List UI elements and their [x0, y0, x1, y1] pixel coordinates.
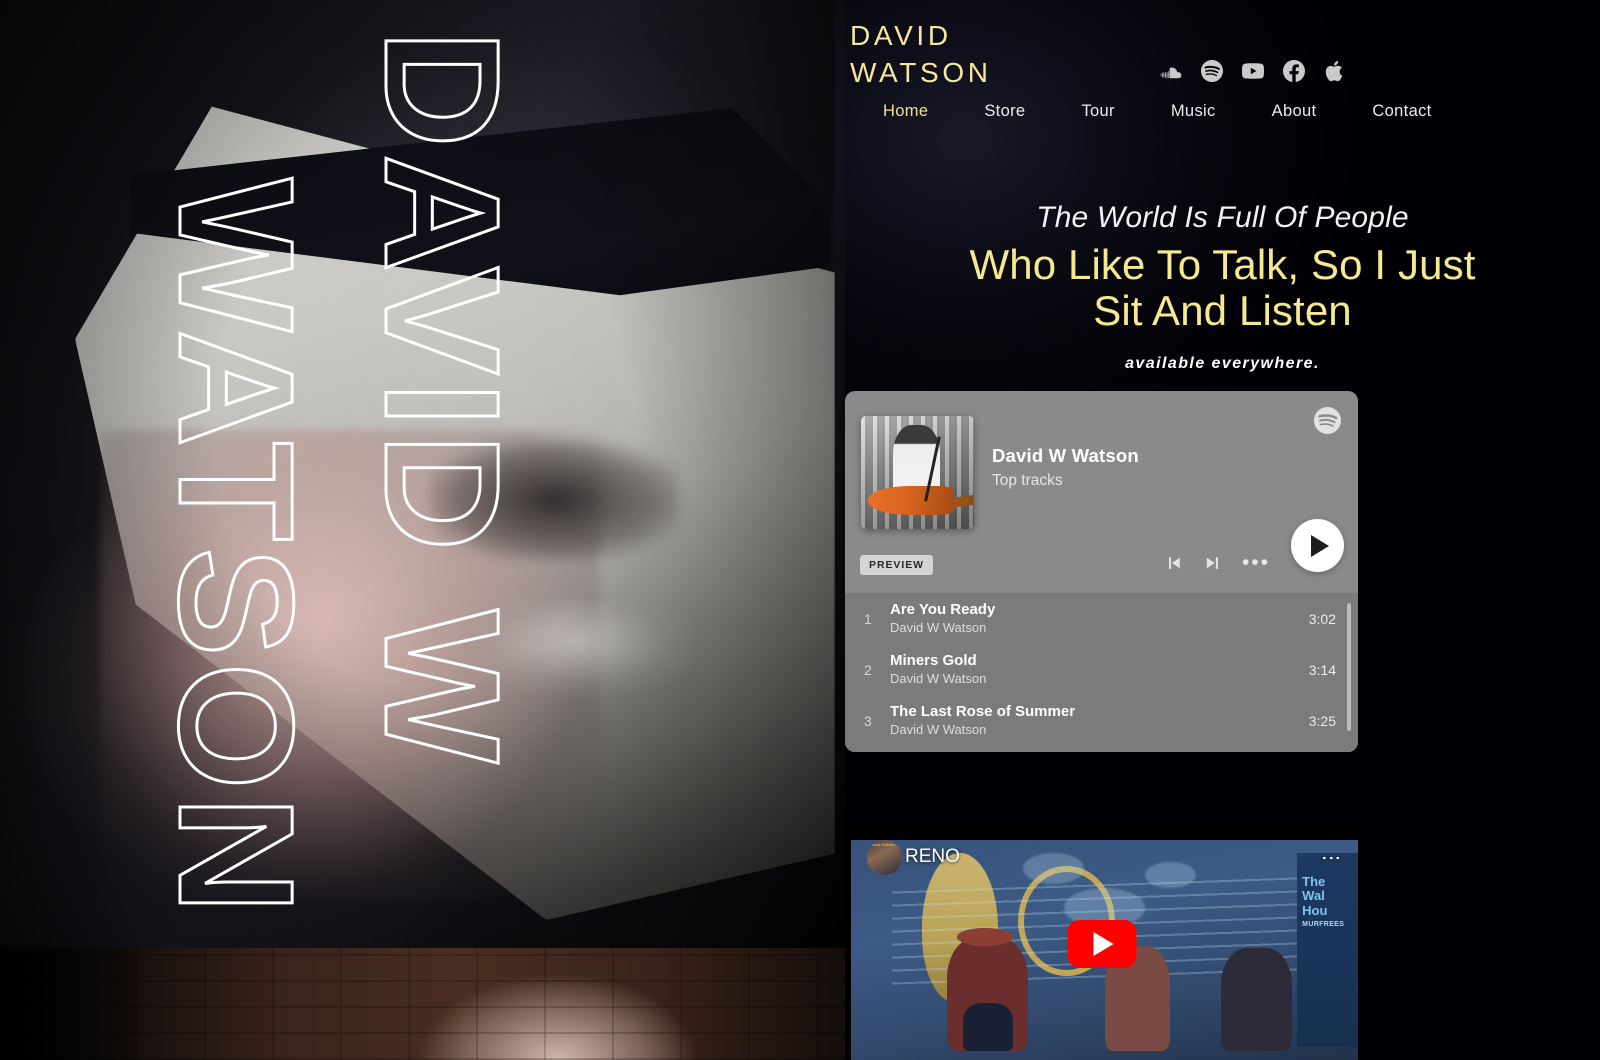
track-meta: Are You Ready David W Watson [890, 601, 1297, 636]
performer-legs [962, 1002, 1014, 1052]
table-row[interactable]: 2 Miners Gold David W Watson 3:14 [845, 644, 1358, 695]
more-options-icon[interactable]: ••• [1242, 552, 1270, 572]
spotify-artist-name: David W Watson [992, 445, 1139, 466]
soundcloud-icon[interactable] [1160, 60, 1182, 82]
spotify-icon[interactable] [1201, 60, 1223, 82]
logo-line-2: WATSON [850, 57, 992, 89]
nav-item-about[interactable]: About [1244, 102, 1345, 121]
table-row[interactable]: 1 Are You Ready David W Watson 3:02 [845, 593, 1358, 644]
track-meta: The Last Rose of Summer David W Watson [890, 703, 1297, 738]
nav-item-music[interactable]: Music [1143, 102, 1244, 121]
hero-vignette [0, 0, 845, 948]
preview-badge[interactable]: PREVIEW [860, 555, 934, 575]
secondary-photo [0, 948, 845, 1060]
apple-music-icon[interactable] [1324, 60, 1346, 82]
nav-item-home[interactable]: Home [855, 102, 956, 121]
track-title: The Last Rose of Summer [890, 703, 1076, 721]
more-vertical-icon[interactable]: ⋮ [1320, 848, 1342, 868]
track-title: Miners Gold [890, 652, 977, 670]
venue-banner-line-1: The [1302, 874, 1326, 890]
spotify-icon[interactable] [1314, 407, 1341, 434]
play-button[interactable] [1291, 519, 1344, 572]
headline-subtitle: The World Is Full Of People [1036, 201, 1409, 234]
social-links [1160, 60, 1346, 82]
track-artist: David W Watson [890, 619, 987, 635]
right-column: DAVID WATSON Home Store Tour Music About… [835, 0, 1600, 1060]
track-artist: David W Watson [890, 670, 987, 686]
venue-banner: The Wal Hou MURFREES [1297, 853, 1358, 1047]
table-row[interactable]: 3 The Last Rose of Summer David W Watson… [845, 695, 1358, 746]
page-root: DAVID W WATSON DAVID WATSON [0, 0, 1600, 1060]
logo-line-1: DAVID [850, 20, 952, 51]
backdrop-cloud [1145, 862, 1196, 889]
venue-banner-line-2: Wal [1302, 888, 1325, 904]
secondary-photo-shadow [0, 948, 140, 1060]
track-index: 1 [864, 610, 872, 627]
backdrop-cloud [1023, 853, 1085, 884]
performer-hat [957, 928, 1014, 946]
nav-item-contact[interactable]: Contact [1344, 102, 1459, 121]
spotify-header: David W Watson Top tracks PREVIEW ••• [845, 391, 1358, 593]
performer [1221, 947, 1293, 1052]
youtube-play-icon [1093, 932, 1114, 956]
spotify-player[interactable]: David W Watson Top tracks PREVIEW ••• 1 … [845, 391, 1358, 752]
track-artist: David W Watson [890, 721, 987, 737]
spotify-album-art [861, 416, 974, 529]
track-duration: 3:14 [1308, 661, 1336, 678]
track-list-scrollbar[interactable] [1347, 603, 1351, 731]
site-logo[interactable]: DAVID WATSON [850, 17, 992, 91]
main-navigation: Home Store Tour Music About Contact [855, 102, 1460, 121]
headline-title-line-2: Sit And Listen [1093, 287, 1352, 335]
track-index: 3 [864, 712, 872, 729]
headline-availability: available everywhere. [1125, 355, 1320, 373]
skip-next-icon[interactable] [1203, 553, 1223, 573]
youtube-icon[interactable] [1242, 60, 1264, 82]
track-index: 2 [864, 661, 872, 678]
hero-headline: The World Is Full Of People Who Like To … [845, 200, 1600, 373]
facebook-icon[interactable] [1283, 60, 1305, 82]
spotify-track-list[interactable]: 1 Are You Ready David W Watson 3:02 2 Mi… [845, 593, 1358, 752]
venue-banner-line-3: Hou [1302, 902, 1328, 918]
nav-item-store[interactable]: Store [956, 102, 1053, 121]
track-duration: 3:25 [1308, 712, 1336, 729]
hero-photo: DAVID W WATSON [0, 0, 845, 948]
skip-previous-icon[interactable] [1164, 553, 1184, 573]
youtube-player[interactable]: The Wal Hou MURFREES David Watson RENO ⋮ [845, 828, 1358, 1060]
youtube-play-button[interactable] [1067, 920, 1136, 968]
track-meta: Miners Gold David W Watson [890, 652, 1297, 687]
spotify-subtitle: Top tracks [992, 472, 1063, 489]
album-art-guitar [867, 486, 954, 516]
track-duration: 3:02 [1308, 610, 1336, 627]
spotify-controls: ••• [1164, 552, 1270, 573]
venue-banner-subtitle: MURFREES [1302, 921, 1345, 929]
video-title[interactable]: RENO [905, 846, 960, 868]
play-icon [1311, 534, 1329, 557]
nav-item-tour[interactable]: Tour [1053, 102, 1142, 121]
channel-avatar[interactable]: David Watson [867, 840, 902, 875]
avatar-label: David Watson [869, 842, 895, 848]
track-title: Are You Ready [890, 601, 996, 619]
headline-title-line-1: Who Like To Talk, So I Just [969, 241, 1476, 288]
